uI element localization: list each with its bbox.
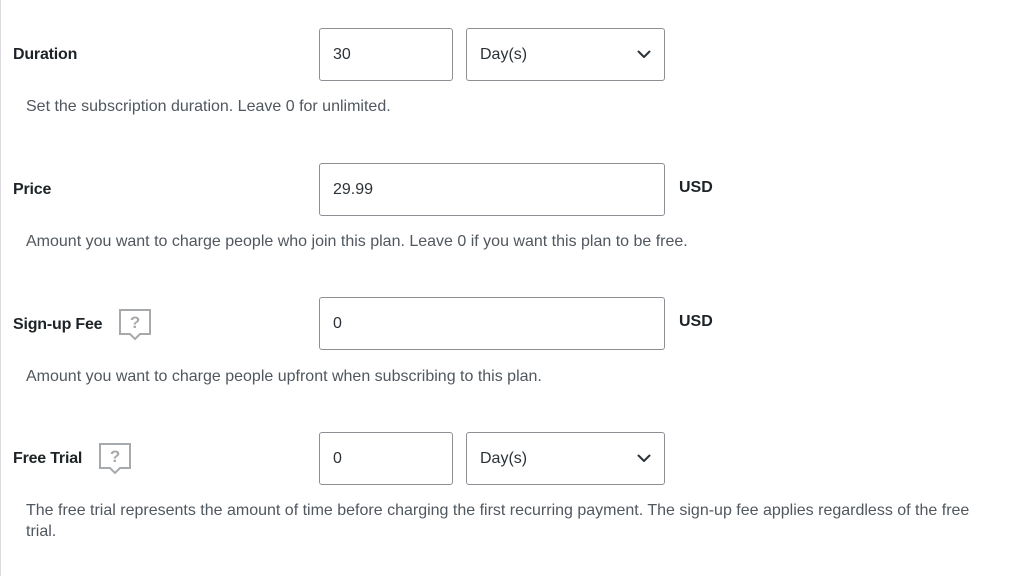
signup-fee-currency: USD: [679, 313, 713, 330]
free-trial-unit-value: Day(s): [480, 449, 528, 467]
price-input[interactable]: [319, 163, 665, 216]
svg-text:?: ?: [130, 313, 140, 332]
signup-fee-label: Sign-up Fee ?: [13, 308, 152, 342]
duration-label-text: Duration: [13, 46, 78, 63]
chevron-down-icon: [637, 454, 651, 462]
free-trial-unit-select[interactable]: Day(s): [466, 432, 665, 485]
help-speech-bubble-icon[interactable]: ?: [98, 442, 132, 476]
price-description: Amount you want to charge people who joi…: [26, 233, 688, 250]
price-currency: USD: [679, 179, 713, 196]
duration-unit-select[interactable]: Day(s): [466, 28, 665, 81]
duration-description: Set the subscription duration. Leave 0 f…: [26, 98, 391, 115]
duration-label: Duration: [13, 44, 77, 66]
free-trial-label: Free Trial ?: [13, 442, 132, 476]
signup-fee-input[interactable]: [319, 297, 665, 350]
chevron-down-icon: [637, 50, 651, 58]
free-trial-label-text: Free Trial: [13, 450, 83, 467]
signup-fee-label-text: Sign-up Fee: [13, 316, 103, 333]
svg-text:?: ?: [110, 447, 120, 466]
signup-fee-description: Amount you want to charge people upfront…: [26, 368, 542, 385]
free-trial-description: The free trial represents the amount of …: [26, 502, 970, 540]
price-label: Price: [13, 179, 51, 201]
left-border: [0, 0, 1, 576]
free-trial-input[interactable]: [319, 432, 453, 485]
duration-input[interactable]: [319, 28, 453, 81]
help-speech-bubble-icon[interactable]: ?: [118, 308, 152, 342]
price-label-text: Price: [13, 181, 52, 198]
duration-unit-value: Day(s): [480, 45, 528, 63]
